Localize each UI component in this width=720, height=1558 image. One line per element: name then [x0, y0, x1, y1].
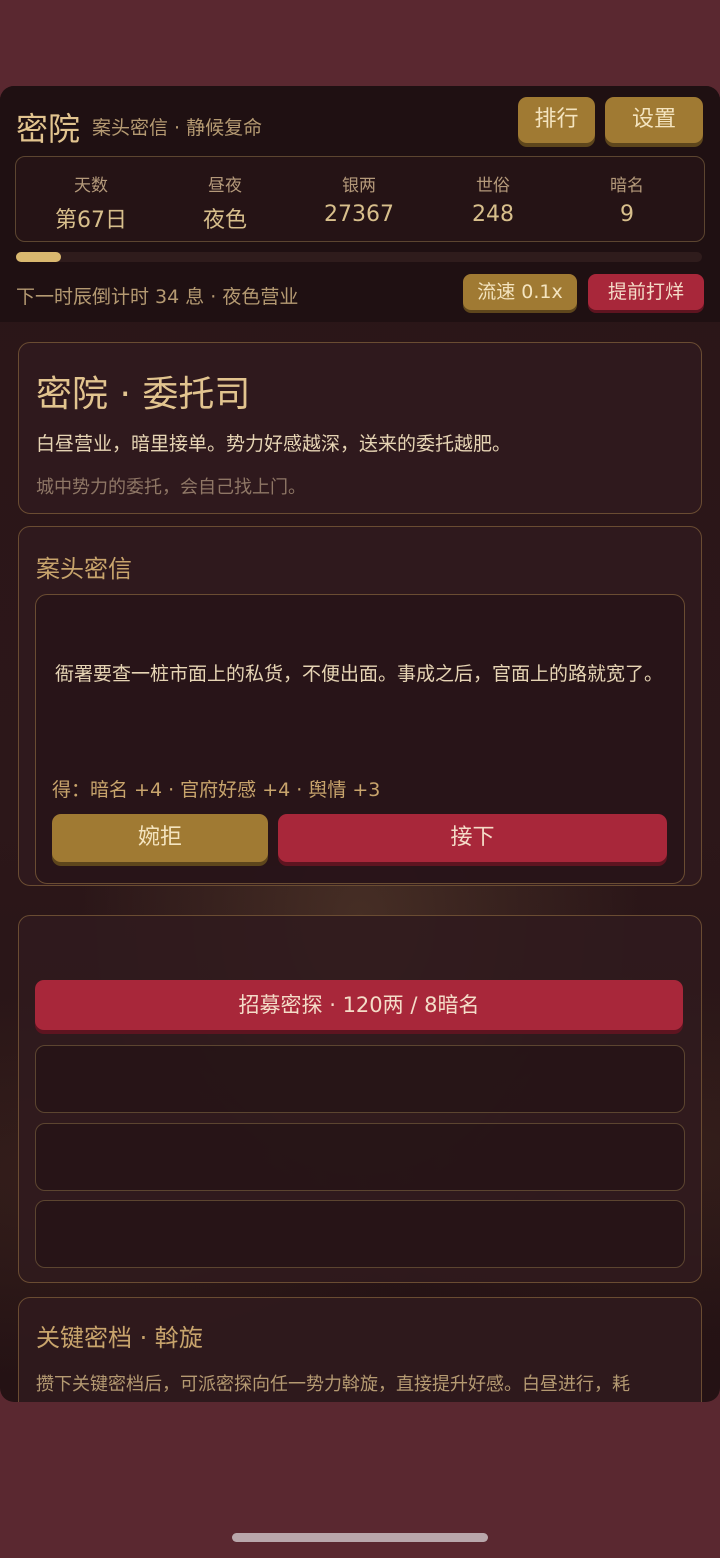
stat-value: 248 [472, 202, 514, 227]
stat-secular: 世俗 248 [426, 157, 560, 227]
home-indicator[interactable] [232, 1533, 488, 1542]
stat-label: 天数 [74, 176, 108, 196]
app-subtitle: 案头密信 · 静候复命 [92, 117, 263, 139]
app-title: 密院 [16, 110, 81, 148]
close-early-button-label: 提前打烊 [607, 281, 684, 303]
app-window: 密院 案头密信 · 静候复命 排行 设置 天数 第67日 昼夜 夜色 银两 27… [0, 86, 720, 1402]
speed-button[interactable]: 流速 0.1x [463, 274, 577, 310]
accept-button[interactable]: 接下 [278, 814, 667, 862]
stat-silver: 银两 27367 [292, 157, 426, 227]
stat-value: 第67日 [55, 208, 127, 233]
agent-slot[interactable] [35, 1045, 685, 1113]
accept-button-label: 接下 [450, 825, 495, 850]
stats-panel: 天数 第67日 昼夜 夜色 银两 27367 世俗 248 暗名 9 [15, 156, 705, 242]
stat-value: 27367 [324, 202, 394, 227]
stat-daynight: 昼夜 夜色 [158, 157, 292, 234]
archive-description: 攒下关键密档后，可派密探向任一势力斡旋，直接提升好感。白昼进行，耗 [36, 1374, 630, 1395]
letter-item: 衙署要查一桩市面上的私货，不便出面。事成之后，官面上的路就宽了。 得：暗名 +4… [35, 594, 685, 884]
agents-card: 招募密探 · 120两 / 8暗名 [18, 915, 702, 1283]
intro-description: 白昼营业，暗里接单。势力好感越深，送来的委托越肥。 [36, 433, 512, 455]
archive-card: 关键密档 · 斡旋 攒下关键密档后，可派密探向任一势力斡旋，直接提升好感。白昼进… [18, 1297, 702, 1402]
intro-title: 密院 · 委托司 [36, 374, 251, 415]
letter-reward: 得：暗名 +4 · 官府好感 +4 · 舆情 +3 [52, 779, 381, 801]
intro-hint: 城中势力的委托，会自己找上门。 [36, 477, 306, 498]
intro-card: 密院 · 委托司 白昼营业，暗里接单。势力好感越深，送来的委托越肥。 城中势力的… [18, 342, 702, 514]
decline-button[interactable]: 婉拒 [52, 814, 268, 862]
stat-value: 夜色 [202, 208, 247, 233]
close-early-button[interactable]: 提前打烊 [588, 274, 704, 310]
agent-slot[interactable] [35, 1123, 685, 1191]
stat-value: 9 [620, 202, 634, 227]
agent-slot[interactable] [35, 1200, 685, 1268]
stat-label: 世俗 [476, 176, 510, 196]
stat-label: 暗名 [610, 176, 644, 196]
stat-label: 昼夜 [208, 176, 242, 196]
settings-button[interactable]: 设置 [605, 97, 703, 143]
countdown-text: 下一时辰倒计时 34 息 · 夜色营业 [16, 286, 299, 308]
decline-button-label: 婉拒 [137, 825, 182, 850]
speed-button-label: 流速 0.1x [477, 281, 563, 303]
time-progress-bar [16, 252, 702, 262]
rank-button-label: 排行 [534, 107, 579, 132]
time-progress-fill [16, 252, 61, 262]
settings-button-label: 设置 [631, 107, 676, 132]
letter-body: 衙署要查一桩市面上的私货，不便出面。事成之后，官面上的路就宽了。 [55, 663, 664, 685]
stat-days: 天数 第67日 [24, 157, 158, 234]
letters-title: 案头密信 [36, 555, 132, 583]
rank-button[interactable]: 排行 [518, 97, 595, 143]
stat-shadow-fame: 暗名 9 [560, 157, 694, 227]
stat-label: 银两 [342, 176, 376, 196]
recruit-agent-button-label: 招募密探 · 120两 / 8暗名 [238, 993, 480, 1017]
recruit-agent-button[interactable]: 招募密探 · 120两 / 8暗名 [35, 980, 683, 1030]
header-panel: 密院 案头密信 · 静候复命 排行 设置 天数 第67日 昼夜 夜色 银两 27… [0, 86, 720, 322]
letters-card: 案头密信 衙署要查一桩市面上的私货，不便出面。事成之后，官面上的路就宽了。 得：… [18, 526, 702, 886]
archive-title: 关键密档 · 斡旋 [36, 1324, 203, 1352]
